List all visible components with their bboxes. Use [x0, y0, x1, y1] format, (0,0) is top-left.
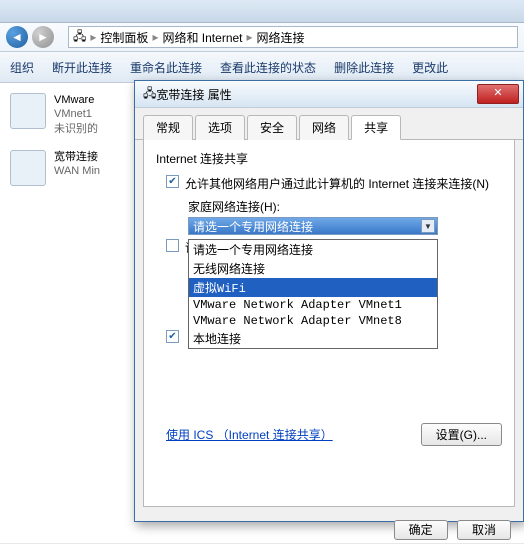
allow-sharing-option[interactable]: 允许其他网络用户通过此计算机的 Internet 连接来连接(N) [166, 175, 502, 192]
settings-button[interactable]: 设置(G)... [421, 423, 502, 446]
folder-icon: 🖧 [73, 27, 86, 48]
window-taskbar [0, 0, 524, 23]
dropdown-item[interactable]: 本地连接 [189, 329, 437, 348]
dropdown-item[interactable]: 无线网络连接 [189, 259, 437, 278]
crumb-1[interactable]: 网络和 Internet [162, 29, 242, 46]
crumb-0[interactable]: 控制面板 [100, 29, 148, 46]
tab-network[interactable]: 网络 [299, 115, 349, 140]
ok-button[interactable]: 确定 [394, 520, 448, 540]
disconnect-button[interactable]: 断开此连接 [52, 59, 112, 76]
combo-value: 请选一个专用网络连接 [193, 218, 313, 235]
adapter-title: VMware [54, 93, 98, 107]
close-button[interactable]: ✕ [477, 84, 519, 104]
adapter-line3: WAN Min [54, 164, 100, 178]
home-network-combo[interactable]: 请选一个专用网络连接 ▼ [188, 217, 438, 235]
checkbox-icon[interactable] [166, 175, 179, 188]
adapter-line2: VMnet1 [54, 107, 98, 121]
tab-general[interactable]: 常规 [143, 115, 193, 140]
status-button[interactable]: 查看此连接的状态 [220, 59, 316, 76]
adapter-item-broadband[interactable]: 宽带连接 WAN Min [10, 150, 130, 186]
ics-help-link[interactable]: 使用 ICS （Internet 连接共享） [166, 426, 333, 443]
dropdown-item[interactable]: VMware Network Adapter VMnet8 [189, 313, 437, 329]
tab-options[interactable]: 选项 [195, 115, 245, 140]
network-icon: 🖧 [143, 84, 156, 105]
command-bar: 组织 断开此连接 重命名此连接 查看此连接的状态 删除此连接 更改此 [0, 52, 524, 83]
forward-button[interactable]: ► [32, 26, 54, 48]
address-bar: ◄ ► 🖧 ▸ 控制面板 ▸ 网络和 Internet ▸ 网络连接 [0, 23, 524, 52]
properties-dialog: 🖧 宽带连接 属性 ✕ 常规 选项 安全 网络 共享 Internet 连接共享… [134, 80, 524, 522]
change-button[interactable]: 更改此 [412, 59, 448, 76]
dialog-button-row: 确定 取消 [135, 515, 523, 544]
dialog-titlebar[interactable]: 🖧 宽带连接 属性 ✕ [135, 81, 523, 108]
checkbox-icon[interactable] [166, 239, 179, 252]
back-button[interactable]: ◄ [6, 26, 28, 48]
crumb-2[interactable]: 网络连接 [257, 29, 305, 46]
dialog-title: 宽带连接 属性 [156, 86, 477, 103]
group-label: Internet 连接共享 [156, 150, 502, 167]
breadcrumb[interactable]: 🖧 ▸ 控制面板 ▸ 网络和 Internet ▸ 网络连接 [68, 26, 518, 48]
network-adapter-icon [10, 93, 46, 129]
rename-button[interactable]: 重命名此连接 [130, 59, 202, 76]
checkbox-icon[interactable] [166, 330, 179, 343]
adapter-item-vmnet1[interactable]: VMware VMnet1 未识别的 [10, 93, 130, 136]
tab-sharing[interactable]: 共享 [351, 115, 401, 140]
delete-button[interactable]: 删除此连接 [334, 59, 394, 76]
dropdown-item[interactable]: 请选一个专用网络连接 [189, 240, 437, 259]
network-adapter-icon [10, 150, 46, 186]
chevron-down-icon[interactable]: ▼ [421, 219, 435, 233]
cancel-button[interactable]: 取消 [457, 520, 511, 540]
tab-panel-sharing: Internet 连接共享 允许其他网络用户通过此计算机的 Internet 连… [143, 140, 515, 507]
home-network-dropdown[interactable]: 请选一个专用网络连接 无线网络连接 虚拟WiFi VMware Network … [188, 239, 438, 349]
dropdown-item[interactable]: VMware Network Adapter VMnet1 [189, 297, 437, 313]
adapter-title: 宽带连接 [54, 150, 100, 164]
adapter-line3: 未识别的 [54, 122, 98, 136]
tab-strip: 常规 选项 安全 网络 共享 [135, 108, 523, 140]
home-network-label: 家庭网络连接(H): [188, 198, 502, 215]
dropdown-item-highlighted[interactable]: 虚拟WiFi [189, 278, 437, 297]
allow-sharing-label: 允许其他网络用户通过此计算机的 Internet 连接来连接(N) [185, 175, 489, 192]
tab-security[interactable]: 安全 [247, 115, 297, 140]
organize-menu[interactable]: 组织 [10, 59, 34, 76]
